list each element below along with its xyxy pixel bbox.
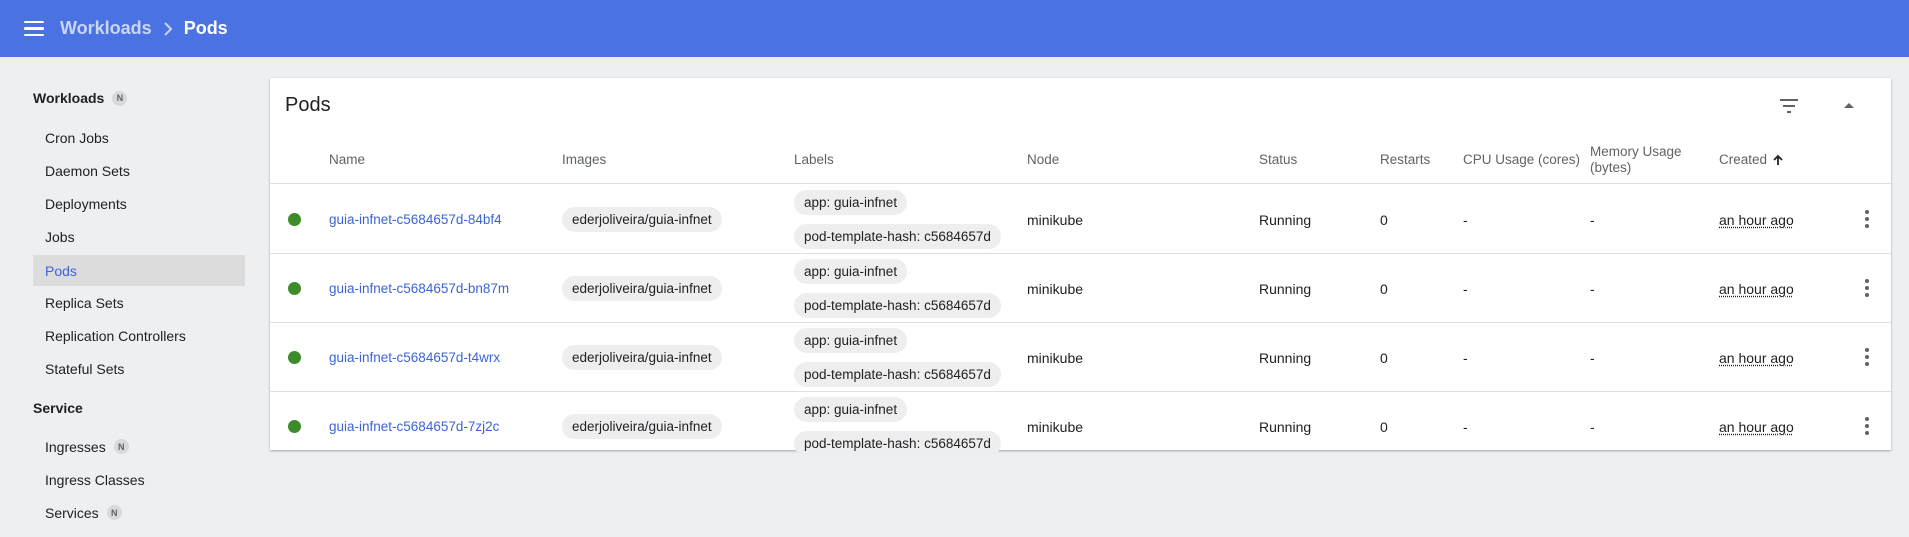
top-app-bar: Workloads Pods <box>0 0 1909 57</box>
created-cell[interactable]: an hour ago <box>1719 350 1794 366</box>
node-cell: minikube <box>1027 211 1084 228</box>
status-cell: Running <box>1259 280 1312 297</box>
sidebar-section-service[interactable]: Service <box>33 400 83 416</box>
restarts-cell: 0 <box>1380 349 1388 366</box>
sidebar-item-jobs[interactable]: Jobs <box>33 221 245 252</box>
column-header-restarts: Restarts <box>1380 152 1431 167</box>
namespaced-badge: N <box>106 505 122 520</box>
cpu-cell: - <box>1463 349 1468 366</box>
node-cell: minikube <box>1027 349 1084 366</box>
column-header-memory: Memory Usage (bytes) <box>1590 143 1682 175</box>
column-header-name[interactable]: Name <box>329 135 365 184</box>
breadcrumb-pods: Pods <box>183 18 228 38</box>
table-row: guia-infnet-c5684657d-t4wrx ederjoliveir… <box>270 323 1891 392</box>
arrow-up-icon <box>1772 154 1784 166</box>
image-chip: ederjoliveira/guia-infnet <box>562 207 722 232</box>
label-chip: app: guia-infnet <box>794 259 908 284</box>
status-ok-icon <box>288 351 301 364</box>
memory-cell: - <box>1590 418 1595 435</box>
sidebar-item-pods[interactable]: Pods <box>33 255 245 286</box>
sidebar-item-services[interactable]: Services N <box>33 497 245 528</box>
restarts-cell: 0 <box>1380 418 1388 435</box>
sidebar-item-daemon-sets[interactable]: Daemon Sets <box>33 155 245 186</box>
label-chip: app: guia-infnet <box>794 328 908 353</box>
chevron-up-icon[interactable] <box>1837 94 1861 118</box>
status-ok-icon <box>288 213 301 226</box>
breadcrumb-workloads[interactable]: Workloads <box>60 18 152 39</box>
column-header-cpu: CPU Usage (cores) <box>1463 152 1581 167</box>
table-header: Name Images Labels Node Status Restarts … <box>270 135 1891 184</box>
status-ok-icon <box>288 282 301 295</box>
pod-name-link[interactable]: guia-infnet-c5684657d-t4wrx <box>329 350 500 365</box>
more-vert-icon[interactable] <box>1855 276 1879 300</box>
status-ok-icon <box>288 420 301 433</box>
more-vert-icon[interactable] <box>1855 414 1879 438</box>
label-chip: pod-template-hash: c5684657d <box>794 293 1001 318</box>
status-cell: Running <box>1259 349 1312 366</box>
column-header-label: Created <box>1719 152 1768 167</box>
sidebar: Workloads N Cron Jobs Daemon Sets Deploy… <box>0 57 258 537</box>
sidebar-item-ingress-classes[interactable]: Ingress Classes <box>33 464 245 495</box>
label-chip: pod-template-hash: c5684657d <box>794 362 1001 387</box>
cpu-cell: - <box>1463 418 1468 435</box>
more-vert-icon[interactable] <box>1855 345 1879 369</box>
card-title: Pods <box>285 94 331 116</box>
sidebar-item-label: Services <box>45 504 99 521</box>
memory-cell: - <box>1590 211 1595 228</box>
pods-card: Pods Name Images Labels Node Status Rest… <box>270 78 1891 456</box>
sidebar-item-label: Ingresses <box>45 438 106 455</box>
sidebar-item-replication-controllers[interactable]: Replication Controllers <box>33 320 245 351</box>
label-chip: pod-template-hash: c5684657d <box>794 431 1001 456</box>
column-header-node: Node <box>1027 152 1060 167</box>
sidebar-item-cron-jobs[interactable]: Cron Jobs <box>33 122 245 153</box>
menu-icon[interactable] <box>22 17 46 41</box>
image-chip: ederjoliveira/guia-infnet <box>562 414 722 439</box>
image-chip: ederjoliveira/guia-infnet <box>562 276 722 301</box>
label-chip: app: guia-infnet <box>794 190 908 215</box>
chevron-right-icon <box>162 21 174 36</box>
cpu-cell: - <box>1463 280 1468 297</box>
cpu-cell: - <box>1463 211 1468 228</box>
sidebar-section-workloads[interactable]: Workloads N <box>33 90 128 106</box>
column-header-images: Images <box>562 152 607 167</box>
sidebar-item-replica-sets[interactable]: Replica Sets <box>33 287 245 318</box>
more-vert-icon[interactable] <box>1855 207 1879 231</box>
memory-cell: - <box>1590 280 1595 297</box>
namespaced-badge: N <box>112 90 128 106</box>
table-row: guia-infnet-c5684657d-84bf4 ederjoliveir… <box>270 185 1891 254</box>
created-cell[interactable]: an hour ago <box>1719 281 1794 297</box>
memory-cell: - <box>1590 349 1595 366</box>
table-row: guia-infnet-c5684657d-bn87m ederjoliveir… <box>270 254 1891 323</box>
pod-name-link[interactable]: guia-infnet-c5684657d-84bf4 <box>329 212 502 227</box>
label-chip: pod-template-hash: c5684657d <box>794 224 1001 249</box>
created-cell[interactable]: an hour ago <box>1719 419 1794 435</box>
label-chip: app: guia-infnet <box>794 397 908 422</box>
table-row: guia-infnet-c5684657d-7zj2c ederjoliveir… <box>270 392 1891 461</box>
created-cell[interactable]: an hour ago <box>1719 212 1794 228</box>
sidebar-item-ingresses[interactable]: Ingresses N <box>33 431 245 462</box>
sidebar-item-stateful-sets[interactable]: Stateful Sets <box>33 353 245 384</box>
restarts-cell: 0 <box>1380 280 1388 297</box>
pod-name-link[interactable]: guia-infnet-c5684657d-bn87m <box>329 281 509 296</box>
filter-icon[interactable] <box>1777 94 1801 118</box>
status-cell: Running <box>1259 211 1312 228</box>
column-header-created[interactable]: Created <box>1719 135 1784 184</box>
node-cell: minikube <box>1027 280 1084 297</box>
node-cell: minikube <box>1027 418 1084 435</box>
sidebar-section-title: Workloads <box>33 90 105 106</box>
status-cell: Running <box>1259 418 1312 435</box>
namespaced-badge: N <box>113 439 129 454</box>
restarts-cell: 0 <box>1380 211 1388 228</box>
image-chip: ederjoliveira/guia-infnet <box>562 345 722 370</box>
column-header-status: Status <box>1259 152 1298 167</box>
sidebar-section-title: Service <box>33 400 83 416</box>
pod-name-link[interactable]: guia-infnet-c5684657d-7zj2c <box>329 419 499 434</box>
column-header-labels: Labels <box>794 152 834 167</box>
sidebar-item-deployments[interactable]: Deployments <box>33 188 245 219</box>
